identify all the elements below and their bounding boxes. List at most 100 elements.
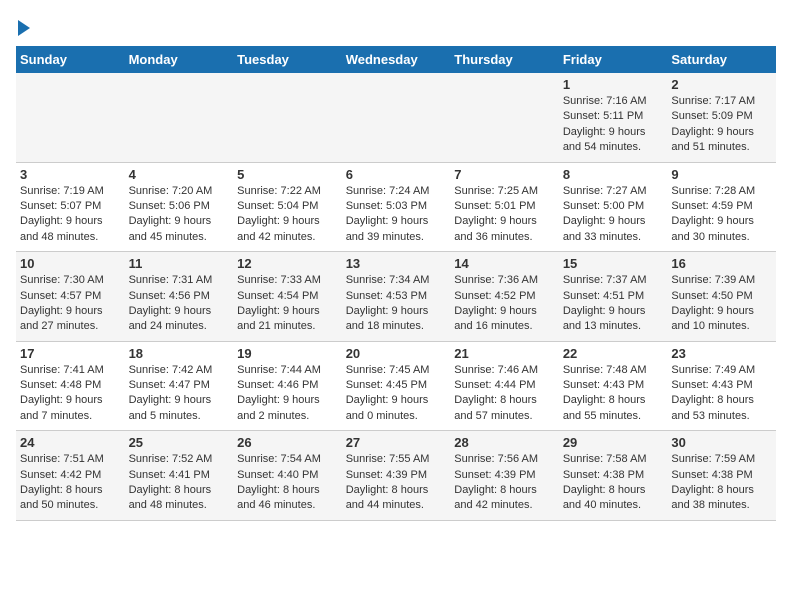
day-info: Sunrise: 7:24 AM Sunset: 5:03 PM Dayligh… (346, 184, 447, 246)
day-info: Sunrise: 7:34 AM Sunset: 4:53 PM Dayligh… (346, 273, 447, 335)
day-number: 27 (346, 435, 447, 450)
day-cell: 12 Sunrise: 7:33 AM Sunset: 4:54 PM Dayli… (233, 252, 342, 342)
day-number: 26 (237, 435, 338, 450)
day-number: 5 (237, 167, 338, 182)
day-number: 28 (454, 435, 555, 450)
day-info: Sunrise: 7:17 AM Sunset: 5:09 PM Dayligh… (671, 94, 772, 156)
day-cell: 13 Sunrise: 7:34 AM Sunset: 4:53 PM Dayli… (342, 252, 451, 342)
day-cell: 29 Sunrise: 7:58 AM Sunset: 4:38 PM Dayli… (559, 431, 668, 521)
day-number: 15 (563, 256, 664, 271)
day-info: Sunrise: 7:19 AM Sunset: 5:07 PM Dayligh… (20, 184, 121, 246)
day-cell: 15 Sunrise: 7:37 AM Sunset: 4:51 PM Dayli… (559, 252, 668, 342)
day-info: Sunrise: 7:33 AM Sunset: 4:54 PM Dayligh… (237, 273, 338, 335)
day-info: Sunrise: 7:49 AM Sunset: 4:43 PM Dayligh… (671, 363, 772, 425)
day-number: 22 (563, 346, 664, 361)
day-number: 1 (563, 77, 664, 92)
day-number: 23 (671, 346, 772, 361)
day-number: 13 (346, 256, 447, 271)
day-info: Sunrise: 7:22 AM Sunset: 5:04 PM Dayligh… (237, 184, 338, 246)
day-cell: 18 Sunrise: 7:42 AM Sunset: 4:47 PM Dayli… (125, 341, 234, 431)
day-cell (233, 73, 342, 162)
day-cell: 22Sunrise: 7:48 AM Sunset: 4:43 PM Dayli… (559, 341, 668, 431)
day-info: Sunrise: 7:45 AM Sunset: 4:45 PM Dayligh… (346, 363, 447, 425)
day-number: 24 (20, 435, 121, 450)
day-cell: 28 Sunrise: 7:56 AM Sunset: 4:39 PM Dayli… (450, 431, 559, 521)
day-number: 7 (454, 167, 555, 182)
col-header-wednesday: Wednesday (342, 46, 451, 73)
day-info: Sunrise: 7:59 AM Sunset: 4:38 PM Dayligh… (671, 452, 772, 514)
day-info: Sunrise: 7:37 AM Sunset: 4:51 PM Dayligh… (563, 273, 664, 335)
day-info: Sunrise: 7:31 AM Sunset: 4:56 PM Dayligh… (129, 273, 230, 335)
day-cell: 19 Sunrise: 7:44 AM Sunset: 4:46 PM Dayli… (233, 341, 342, 431)
day-info: Sunrise: 7:39 AM Sunset: 4:50 PM Dayligh… (671, 273, 772, 335)
day-number: 10 (20, 256, 121, 271)
day-info: Sunrise: 7:25 AM Sunset: 5:01 PM Dayligh… (454, 184, 555, 246)
week-row-4: 17 Sunrise: 7:41 AM Sunset: 4:48 PM Dayli… (16, 341, 776, 431)
logo-arrow-icon (18, 20, 30, 36)
col-header-saturday: Saturday (667, 46, 776, 73)
day-number: 29 (563, 435, 664, 450)
col-header-monday: Monday (125, 46, 234, 73)
day-number: 3 (20, 167, 121, 182)
day-info: Sunrise: 7:58 AM Sunset: 4:38 PM Dayligh… (563, 452, 664, 514)
day-info: Sunrise: 7:54 AM Sunset: 4:40 PM Dayligh… (237, 452, 338, 514)
day-cell: 11Sunrise: 7:31 AM Sunset: 4:56 PM Dayli… (125, 252, 234, 342)
day-cell: 16 Sunrise: 7:39 AM Sunset: 4:50 PM Dayli… (667, 252, 776, 342)
day-cell: 1Sunrise: 7:16 AM Sunset: 5:11 PM Daylig… (559, 73, 668, 162)
week-row-5: 24 Sunrise: 7:51 AM Sunset: 4:42 PM Dayli… (16, 431, 776, 521)
day-cell: 21 Sunrise: 7:46 AM Sunset: 4:44 PM Dayli… (450, 341, 559, 431)
day-number: 2 (671, 77, 772, 92)
day-info: Sunrise: 7:20 AM Sunset: 5:06 PM Dayligh… (129, 184, 230, 246)
week-row-2: 3 Sunrise: 7:19 AM Sunset: 5:07 PM Daylig… (16, 162, 776, 252)
day-cell: 6 Sunrise: 7:24 AM Sunset: 5:03 PM Daylig… (342, 162, 451, 252)
day-cell: 7 Sunrise: 7:25 AM Sunset: 5:01 PM Daylig… (450, 162, 559, 252)
day-cell: 24 Sunrise: 7:51 AM Sunset: 4:42 PM Dayli… (16, 431, 125, 521)
day-cell (342, 73, 451, 162)
day-info: Sunrise: 7:55 AM Sunset: 4:39 PM Dayligh… (346, 452, 447, 514)
day-cell: 25 Sunrise: 7:52 AM Sunset: 4:41 PM Dayli… (125, 431, 234, 521)
day-info: Sunrise: 7:42 AM Sunset: 4:47 PM Dayligh… (129, 363, 230, 425)
day-number: 20 (346, 346, 447, 361)
day-number: 21 (454, 346, 555, 361)
day-number: 19 (237, 346, 338, 361)
day-info: Sunrise: 7:46 AM Sunset: 4:44 PM Dayligh… (454, 363, 555, 425)
col-header-tuesday: Tuesday (233, 46, 342, 73)
day-cell: 30 Sunrise: 7:59 AM Sunset: 4:38 PM Dayli… (667, 431, 776, 521)
page-header (16, 16, 776, 36)
day-cell: 2 Sunrise: 7:17 AM Sunset: 5:09 PM Daylig… (667, 73, 776, 162)
day-info: Sunrise: 7:30 AM Sunset: 4:57 PM Dayligh… (20, 273, 121, 335)
day-cell: 5 Sunrise: 7:22 AM Sunset: 5:04 PM Daylig… (233, 162, 342, 252)
day-info: Sunrise: 7:52 AM Sunset: 4:41 PM Dayligh… (129, 452, 230, 514)
day-cell: 8 Sunrise: 7:27 AM Sunset: 5:00 PM Daylig… (559, 162, 668, 252)
day-info: Sunrise: 7:44 AM Sunset: 4:46 PM Dayligh… (237, 363, 338, 425)
day-cell: 4Sunrise: 7:20 AM Sunset: 5:06 PM Daylig… (125, 162, 234, 252)
day-cell: 23 Sunrise: 7:49 AM Sunset: 4:43 PM Dayli… (667, 341, 776, 431)
day-number: 14 (454, 256, 555, 271)
day-number: 6 (346, 167, 447, 182)
day-info: Sunrise: 7:36 AM Sunset: 4:52 PM Dayligh… (454, 273, 555, 335)
day-number: 8 (563, 167, 664, 182)
day-cell: 10 Sunrise: 7:30 AM Sunset: 4:57 PM Dayli… (16, 252, 125, 342)
day-info: Sunrise: 7:56 AM Sunset: 4:39 PM Dayligh… (454, 452, 555, 514)
day-number: 18 (129, 346, 230, 361)
col-header-friday: Friday (559, 46, 668, 73)
day-info: Sunrise: 7:51 AM Sunset: 4:42 PM Dayligh… (20, 452, 121, 514)
day-info: Sunrise: 7:28 AM Sunset: 4:59 PM Dayligh… (671, 184, 772, 246)
day-info: Sunrise: 7:41 AM Sunset: 4:48 PM Dayligh… (20, 363, 121, 425)
day-number: 12 (237, 256, 338, 271)
day-number: 17 (20, 346, 121, 361)
day-number: 16 (671, 256, 772, 271)
day-cell (16, 73, 125, 162)
day-cell (450, 73, 559, 162)
day-cell: 9 Sunrise: 7:28 AM Sunset: 4:59 PM Daylig… (667, 162, 776, 252)
col-header-sunday: Sunday (16, 46, 125, 73)
day-cell: 27 Sunrise: 7:55 AM Sunset: 4:39 PM Dayli… (342, 431, 451, 521)
day-cell: 3 Sunrise: 7:19 AM Sunset: 5:07 PM Daylig… (16, 162, 125, 252)
day-cell: 17 Sunrise: 7:41 AM Sunset: 4:48 PM Dayli… (16, 341, 125, 431)
logo (16, 16, 30, 36)
calendar-table: SundayMondayTuesdayWednesdayThursdayFrid… (16, 46, 776, 521)
day-number: 30 (671, 435, 772, 450)
day-number: 25 (129, 435, 230, 450)
day-info: Sunrise: 7:27 AM Sunset: 5:00 PM Dayligh… (563, 184, 664, 246)
day-number: 9 (671, 167, 772, 182)
